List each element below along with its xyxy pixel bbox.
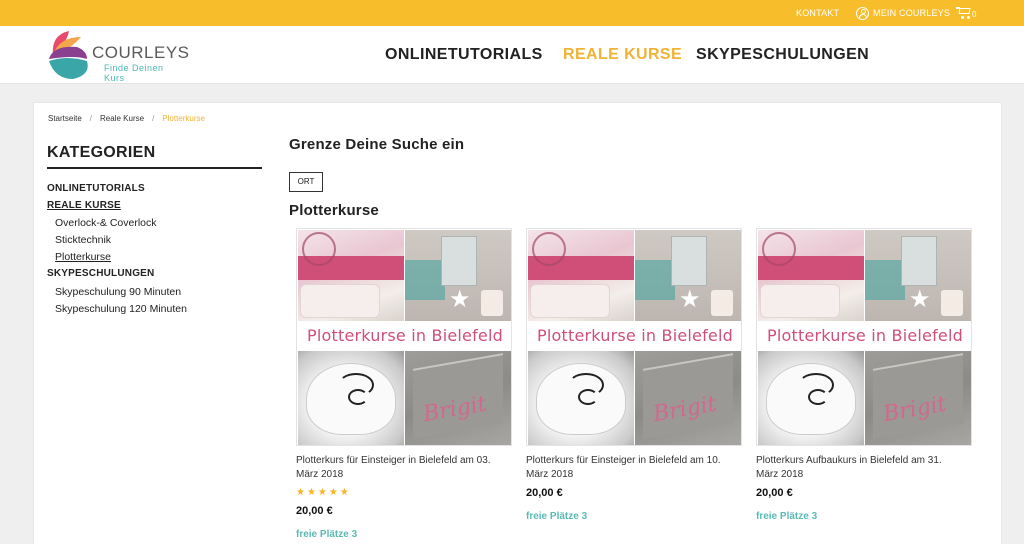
product-title[interactable]: Plotterkurs für Einsteiger in Bielefeld … (526, 454, 744, 482)
product-price: 20,00 € (296, 505, 333, 517)
free-spots: freie Plätze 3 (296, 529, 358, 540)
logo-mark-icon (49, 31, 88, 79)
section-title: Plotterkurse (289, 202, 379, 219)
top-bar: KONTAKT MEIN COURLEYS 0 (0, 0, 1024, 26)
sidebar-item-plotterkurse[interactable]: Plotterkurse (55, 251, 111, 263)
sidebar-item-reale-kurse[interactable]: REALE KURSE (47, 200, 121, 211)
product-image-banner: Plotterkurse in Bielefeld (758, 322, 971, 350)
cart-count: 0 (972, 10, 977, 19)
sidebar-item-sticktechnik[interactable]: Sticktechnik (55, 234, 111, 246)
free-spots: freie Plätze 3 (756, 511, 818, 522)
breadcrumb-reale-kurse[interactable]: Reale Kurse (100, 114, 144, 123)
rating-stars: ★★★★★ (296, 487, 351, 498)
user-icon (856, 6, 869, 20)
sidebar-item-skypeschulungen[interactable]: SKYPESCHULUNGEN (47, 268, 154, 279)
kontakt-link[interactable]: KONTAKT (796, 0, 839, 26)
product-price: 20,00 € (756, 487, 793, 499)
site-header: COURLEYS Finde Deinen Kurs ONLINETUTORIA… (0, 26, 1024, 84)
sidebar-item-overlock[interactable]: Overlock-& Coverlock (55, 217, 157, 229)
ort-filter-button[interactable]: ORT (289, 172, 323, 192)
site-logo[interactable]: COURLEYS Finde Deinen Kurs (47, 29, 190, 83)
breadcrumb-home[interactable]: Startseite (48, 114, 82, 123)
sidebar-item-skype-90[interactable]: Skypeschulung 90 Minuten (55, 286, 181, 298)
breadcrumb: Startseite / Reale Kurse / Plotterkurse (48, 114, 205, 123)
filter-title: Grenze Deine Suche ein (289, 136, 465, 153)
product-image-banner: Plotterkurse in Bielefeld (298, 322, 511, 350)
sidebar-item-skype-120[interactable]: Skypeschulung 120 Minuten (55, 303, 187, 315)
product-image-banner: Plotterkurse in Bielefeld (528, 322, 741, 350)
cart-button[interactable]: 0 (956, 5, 980, 21)
brand-name: COURLEYS (92, 43, 190, 62)
breadcrumb-current: Plotterkurse (162, 114, 205, 123)
brand-tagline: Finde Deinen Kurs (104, 63, 164, 83)
product-title[interactable]: Plotterkurs für Einsteiger in Bielefeld … (296, 454, 514, 482)
product-image[interactable]: ★ Plotterkurse in Bielefeld Brigit (296, 228, 512, 446)
sidebar-item-onlinetutorials[interactable]: ONLINETUTORIALS (47, 183, 145, 194)
product-price: 20,00 € (526, 487, 563, 499)
my-account-label: MEIN COURLEYS (873, 8, 951, 18)
nav-skypeschulungen[interactable]: SKYPESCHULUNGEN (696, 26, 869, 84)
my-account-link[interactable]: MEIN COURLEYS (856, 0, 950, 26)
product-title[interactable]: Plotterkurs Aufbaukurs in Bielefeld am 3… (756, 454, 974, 482)
free-spots: freie Plätze 3 (526, 511, 588, 522)
product-image[interactable]: ★ Plotterkurse in Bielefeld Brigit (526, 228, 742, 446)
nav-onlinetutorials[interactable]: ONLINETUTORIALS (385, 26, 543, 84)
nav-reale-kurse[interactable]: REALE KURSE (563, 26, 682, 84)
sidebar-title: KATEGORIEN (47, 144, 262, 169)
product-image[interactable]: ★ Plotterkurse in Bielefeld Brigit (756, 228, 972, 446)
